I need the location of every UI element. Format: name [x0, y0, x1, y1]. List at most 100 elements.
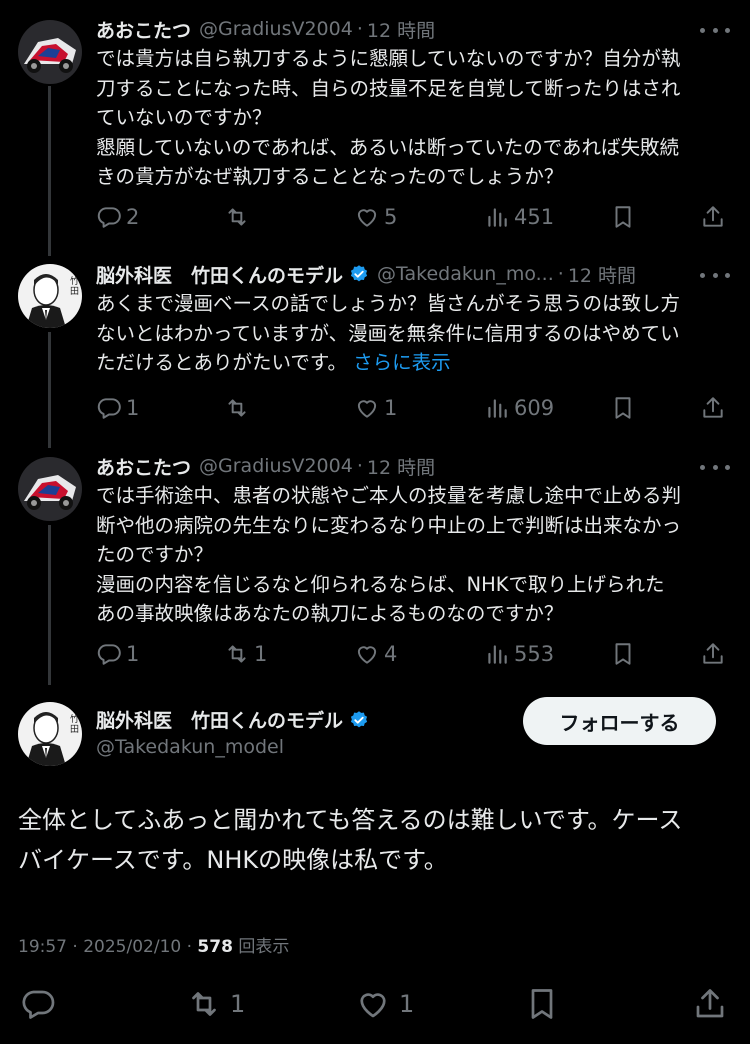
- bookmark-icon: [615, 206, 631, 228]
- retweet-icon: [228, 645, 246, 663]
- separator: ·: [72, 937, 78, 957]
- views-icon: [488, 399, 507, 418]
- like-count: 4: [384, 642, 398, 666]
- author-name[interactable]: あおこたつ: [96, 453, 191, 480]
- views-button[interactable]: 553: [484, 641, 554, 667]
- like-button[interactable]: 5: [354, 204, 397, 230]
- reply-count: 1: [126, 642, 140, 666]
- timestamp[interactable]: 12 時間: [367, 453, 435, 480]
- tweet-text: では貴方は自ら執刀するように懇願していないのですか？自分が執 刀することになった…: [96, 47, 681, 188]
- retweet-count: 1: [254, 642, 268, 666]
- thread-line: [48, 332, 51, 448]
- share-icon: [703, 397, 723, 418]
- views-icon: [488, 208, 507, 227]
- retweet-count: 1: [230, 990, 246, 1018]
- retweet-icon: [228, 399, 246, 417]
- views-button[interactable]: 609: [484, 395, 554, 421]
- main-author[interactable]: 脳外科医 竹田くんのモデル: [96, 706, 369, 733]
- like-count: 1: [384, 396, 398, 420]
- like-icon: [357, 209, 377, 227]
- reply-button[interactable]: 1: [96, 395, 139, 421]
- tweet-text: では手術途中、患者の状態やご本人の技量を考慮し途中で止める判 断や他の病院の先生…: [96, 484, 682, 625]
- action-bar: 1 1 609: [96, 393, 726, 423]
- main-tweet-text: 全体としてふあっと聞かれても答えるのは難しいです。ケース バイケースです。NHK…: [18, 806, 683, 874]
- views-count: 451: [514, 205, 555, 229]
- verified-icon: [350, 710, 368, 727]
- like-button[interactable]: 1: [354, 395, 397, 421]
- reply-icon: [97, 398, 121, 419]
- share-icon: [696, 989, 724, 1018]
- like-icon: [357, 646, 377, 664]
- author-name[interactable]: 脳外科医 竹田くんのモデル: [96, 706, 343, 733]
- timestamp[interactable]: 12 時間: [367, 16, 435, 43]
- tweet-text: あくまで漫画ベースの話でしょうか？皆さんがそう思うのは致し方 ないとはわかってい…: [96, 289, 722, 378]
- reply-button[interactable]: [20, 986, 56, 1022]
- verified-icon: [350, 265, 368, 282]
- show-more-link[interactable]: さらに表示: [353, 351, 451, 374]
- retweet-button[interactable]: 1: [186, 986, 245, 1022]
- views-count: 553: [514, 642, 555, 666]
- svg-text:竹: 竹: [70, 713, 79, 725]
- thread-line: [48, 525, 51, 685]
- views-label: 回表示: [238, 937, 290, 957]
- like-icon: [360, 993, 386, 1018]
- reply-icon: [22, 990, 55, 1019]
- bookmark-button[interactable]: [610, 395, 636, 421]
- action-bar: 2 5 451: [96, 202, 726, 232]
- like-count: 5: [384, 205, 398, 229]
- like-count: 1: [399, 990, 415, 1018]
- retweet-button[interactable]: [224, 395, 254, 421]
- author-handle[interactable]: @Takedakun_mo...: [377, 263, 554, 285]
- share-button[interactable]: [700, 641, 726, 667]
- share-button[interactable]: [700, 395, 726, 421]
- share-button[interactable]: [692, 986, 728, 1022]
- post-time[interactable]: 19:57: [18, 937, 67, 957]
- retweet-button[interactable]: 1: [224, 641, 267, 667]
- svg-text:竹: 竹: [70, 275, 79, 287]
- avatar[interactable]: 竹 田: [18, 702, 82, 766]
- reply-count: 2: [126, 205, 140, 229]
- like-button[interactable]: 4: [354, 641, 397, 667]
- author-name[interactable]: 脳外科医 竹田くんのモデル: [96, 261, 343, 288]
- svg-text:田: 田: [70, 724, 79, 735]
- more-icon[interactable]: [700, 271, 730, 279]
- action-bar: 1 1 4 553: [96, 639, 726, 669]
- bookmark-icon: [615, 397, 631, 419]
- retweet-button[interactable]: [224, 204, 254, 230]
- author-name[interactable]: あおこたつ: [96, 16, 191, 43]
- reply-icon: [97, 644, 121, 665]
- separator: ·: [356, 455, 363, 477]
- bookmark-button[interactable]: [524, 986, 560, 1022]
- more-icon[interactable]: [700, 463, 730, 471]
- avatar[interactable]: [18, 457, 82, 521]
- reply-icon: [97, 207, 121, 228]
- like-button[interactable]: 1: [355, 986, 414, 1022]
- reply-count: 1: [126, 396, 140, 420]
- bookmark-button[interactable]: [610, 204, 636, 230]
- views-button[interactable]: 451: [484, 204, 554, 230]
- retweet-icon: [228, 208, 246, 226]
- follow-button[interactable]: フォローする: [523, 697, 716, 745]
- tweet-meta: 19:57 · 2025/02/10 · 578 回表示: [18, 932, 289, 957]
- bookmark-button[interactable]: [610, 641, 636, 667]
- thread-line: [48, 86, 51, 256]
- retweet-icon: [192, 992, 216, 1016]
- svg-text:田: 田: [70, 286, 79, 297]
- views-count: 578: [197, 937, 233, 957]
- avatar[interactable]: 竹 田: [18, 264, 82, 328]
- separator: ·: [557, 263, 564, 285]
- author-handle[interactable]: @GradiusV2004: [199, 455, 353, 477]
- timestamp[interactable]: 12 時間: [568, 261, 636, 288]
- author-handle[interactable]: @GradiusV2004: [199, 18, 353, 40]
- avatar[interactable]: [18, 20, 82, 84]
- bookmark-icon: [615, 643, 631, 665]
- author-handle[interactable]: @Takedakun_model: [96, 736, 284, 758]
- reply-button[interactable]: 2: [96, 204, 139, 230]
- more-icon[interactable]: [700, 26, 730, 34]
- views-icon: [488, 645, 507, 664]
- share-button[interactable]: [700, 204, 726, 230]
- share-icon: [703, 206, 723, 227]
- reply-button[interactable]: 1: [96, 641, 139, 667]
- separator: ·: [356, 18, 363, 40]
- post-date[interactable]: 2025/02/10: [83, 937, 181, 957]
